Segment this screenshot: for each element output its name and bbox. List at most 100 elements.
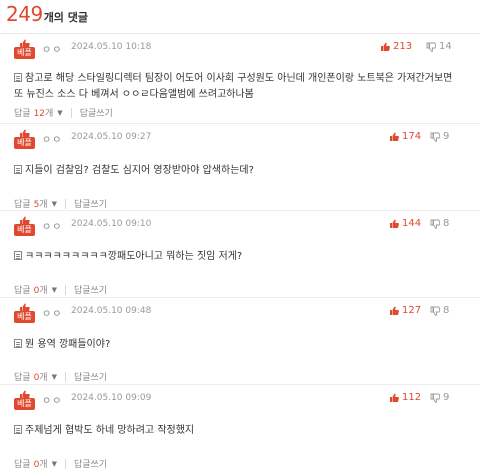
comment-text: 참고로 해당 스타일링디렉터 팀장이 어도어 이사회 구성원도 아닌데 개인폰이… (14, 72, 474, 86)
reply-label: 답글 (14, 286, 31, 296)
downvote-button[interactable]: 9 (430, 392, 449, 403)
footer-separator (64, 371, 66, 382)
comment-footer: 답글 12개 ▼ 답글쓰기 (14, 106, 113, 119)
thumb-up-icon (381, 42, 390, 51)
comment-author[interactable]: ㅇㅇ (42, 41, 62, 56)
best-comment-badge: 베플 (14, 39, 35, 59)
comment-date: 2024.05.10 09:48 (71, 306, 152, 316)
best-comment-label: 베플 (14, 47, 35, 59)
comment-item: 베플 ㅇㅇ 2024.05.10 09:10 144 8 ㅋㅋㅋㅋㅋㅋㅋㅋㅋ깡패… (0, 211, 480, 298)
upvote-count: 127 (402, 305, 422, 316)
reply-count-unit: 개 (39, 373, 48, 383)
downvote-count: 14 (439, 41, 452, 52)
comment-text: ㅋㅋㅋㅋㅋㅋㅋㅋㅋ깡패도아니고 뭐하는 짓임 저게? (14, 250, 474, 264)
reply-label: 답글 (14, 200, 31, 210)
comment-item: 베플 ㅇㅇ 2024.05.10 09:27 174 9 지들이 검찰임? 검찰… (0, 124, 480, 211)
comment-author[interactable]: ㅇㅇ (42, 218, 62, 233)
comment-item: 베플 ㅇㅇ 2024.05.10 10:18 213 14 참고로 해당 스타일… (0, 34, 480, 124)
comment-author[interactable]: ㅇㅇ (42, 305, 62, 320)
replies-toggle[interactable]: 답글 12개 ▼ (14, 106, 63, 120)
write-reply-button[interactable]: 답글쓰기 (74, 370, 107, 383)
thumb-down-icon (426, 42, 436, 52)
reply-count-unit: 개 (39, 200, 48, 210)
comment-count-header: 249 개의 댓글 (6, 2, 88, 30)
comment-date: 2024.05.10 10:18 (71, 42, 152, 52)
chevron-down-icon: ▼ (51, 199, 57, 208)
replies-toggle[interactable]: 답글 0개 ▼ (14, 457, 57, 471)
comment-text-line: 뭔 용역 깡패들이야? (25, 339, 111, 350)
thumb-up-icon (390, 393, 399, 402)
chevron-down-icon: ▼ (51, 372, 57, 381)
downvote-button[interactable]: 8 (430, 305, 449, 316)
reply-count-unit: 개 (39, 286, 48, 296)
upvote-button[interactable]: 112 (389, 392, 421, 403)
reply-count: 12개 (34, 106, 54, 119)
comment-count: 249 (6, 2, 43, 26)
upvote-button[interactable]: 127 (389, 305, 421, 316)
document-icon (14, 339, 22, 348)
thumb-down-icon (430, 393, 440, 403)
comment-text: 또 뉴진스 소스 다 베껴서 ㅇㅇㄹ다음앨범에 쓰려고하나봄 (14, 88, 474, 102)
upvote-count: 213 (393, 41, 413, 52)
downvote-count: 9 (443, 392, 450, 403)
best-comment-badge: 베플 (14, 303, 35, 323)
document-icon (14, 73, 22, 82)
best-comment-badge: 베플 (14, 216, 35, 236)
comment-text-line: ㅋㅋㅋㅋㅋㅋㅋㅋㅋ깡패도아니고 뭐하는 짓임 저게? (25, 251, 243, 262)
replies-toggle[interactable]: 답글 0개 ▼ (14, 370, 57, 384)
comment-text-line: 주제넘게 협박도 하네 망하려고 작정했지 (25, 425, 195, 436)
reply-label: 답글 (14, 460, 31, 470)
downvote-count: 8 (443, 305, 450, 316)
comment-footer: 답글 0개 ▼ 답글쓰기 (14, 283, 107, 296)
comment-author[interactable]: ㅇㅇ (42, 131, 62, 146)
footer-separator (64, 198, 66, 209)
comment-text: 뭔 용역 깡패들이야? (14, 338, 474, 352)
comment-count-label: 개의 댓글 (43, 11, 88, 24)
reply-count: 0개 (34, 457, 48, 470)
comment-date: 2024.05.10 09:27 (71, 132, 152, 142)
best-comment-label: 베플 (14, 224, 35, 236)
downvote-button[interactable]: 14 (426, 41, 452, 52)
replies-toggle[interactable]: 답글 0개 ▼ (14, 283, 57, 297)
write-reply-button[interactable]: 답글쓰기 (74, 197, 107, 210)
thumb-up-icon (390, 306, 399, 315)
reply-label: 답글 (14, 109, 31, 119)
chevron-down-icon: ▼ (51, 285, 57, 294)
comment-author[interactable]: ㅇㅇ (42, 392, 62, 407)
footer-separator (70, 107, 72, 118)
write-reply-button[interactable]: 답글쓰기 (80, 106, 113, 119)
chevron-down-icon: ▼ (51, 459, 57, 468)
best-comment-label: 베플 (14, 137, 35, 149)
thumb-down-icon (430, 219, 440, 229)
comment-text-line: 지들이 검찰임? 검찰도 심지어 영장받아야 압색하는데? (25, 165, 254, 176)
document-icon (14, 165, 22, 174)
comment-item: 베플 ㅇㅇ 2024.05.10 09:09 112 9 주제넘게 협박도 하네… (0, 385, 480, 472)
best-comment-badge: 베플 (14, 390, 35, 410)
downvote-count: 9 (443, 131, 450, 142)
document-icon (14, 425, 22, 434)
best-comment-label: 베플 (14, 398, 35, 410)
reply-count-number: 12 (33, 109, 46, 119)
write-reply-button[interactable]: 답글쓰기 (74, 457, 107, 470)
write-reply-button[interactable]: 답글쓰기 (74, 283, 107, 296)
thumb-down-icon (430, 306, 440, 316)
reply-count: 0개 (34, 370, 48, 383)
downvote-button[interactable]: 9 (430, 131, 449, 142)
comment-date: 2024.05.10 09:09 (71, 393, 152, 403)
downvote-button[interactable]: 8 (430, 218, 449, 229)
upvote-count: 174 (402, 131, 422, 142)
comment-date: 2024.05.10 09:10 (71, 219, 152, 229)
upvote-button[interactable]: 174 (389, 131, 421, 142)
best-comment-label: 베플 (14, 311, 35, 323)
comment-footer: 답글 0개 ▼ 답글쓰기 (14, 457, 107, 470)
document-icon (14, 251, 22, 260)
thumb-up-icon (390, 132, 399, 141)
comment-footer: 답글 5개 ▼ 답글쓰기 (14, 197, 107, 210)
reply-count-unit: 개 (45, 109, 54, 119)
reply-count-unit: 개 (39, 460, 48, 470)
replies-toggle[interactable]: 답글 5개 ▼ (14, 197, 57, 211)
comment-footer: 답글 0개 ▼ 답글쓰기 (14, 370, 107, 383)
upvote-button[interactable]: 144 (389, 218, 421, 229)
footer-separator (64, 458, 66, 469)
upvote-button[interactable]: 213 (380, 41, 412, 52)
